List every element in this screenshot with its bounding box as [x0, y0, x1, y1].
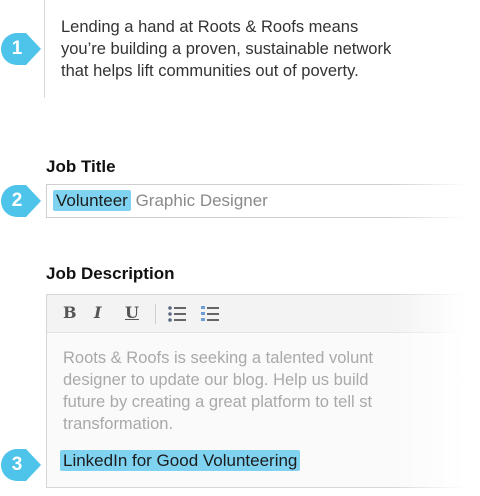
intro-line: Lending a hand at Roots & Roofs means [61, 18, 359, 36]
bold-button[interactable]: B [63, 303, 77, 322]
step-badge-3: 3 [0, 448, 42, 482]
intro-text: Lending a hand at Roots & Roofs means yo… [61, 16, 466, 82]
underline-button[interactable]: U [125, 303, 139, 322]
job-title-rest: Graphic Designer [130, 191, 268, 210]
step-badge-1: 1 [0, 32, 42, 66]
highlighted-program-line: LinkedIn for Good Volunteering [60, 450, 301, 471]
description-text: Roots & Roofs is seeking a talented volu… [63, 347, 463, 435]
job-description-editor[interactable]: B I U Roots & Roofs is seeking a talente… [46, 294, 480, 488]
toolbar-divider [155, 304, 156, 324]
badge-number: 3 [11, 454, 23, 475]
description-line: Roots & Roofs is seeking a talented volu… [63, 349, 374, 367]
highlighted-phrase: LinkedIn for Good Volunteering [60, 450, 301, 471]
highlighted-word: Volunteer [53, 190, 131, 211]
numbered-list-icon[interactable] [200, 305, 220, 323]
description-line: transformation. [63, 415, 174, 433]
badge-number: 2 [11, 190, 23, 211]
bulleted-list-icon[interactable] [167, 305, 187, 323]
job-description-label: Job Description [46, 264, 175, 283]
job-title-value: Volunteer Graphic Designer [53, 190, 268, 211]
intro-line: you’re building a proven, sustainable ne… [61, 40, 392, 58]
job-title-label: Job Title [46, 157, 116, 176]
step-badge-2: 2 [0, 184, 42, 218]
job-title-input[interactable]: Volunteer Graphic Designer [46, 184, 480, 218]
badge-number: 1 [11, 38, 23, 59]
italic-button[interactable]: I [94, 303, 101, 322]
description-line: future by creating a great platform to t… [63, 393, 373, 411]
intro-line: that helps lift communities out of pover… [61, 62, 359, 80]
intro-divider [44, 0, 45, 98]
editor-toolbar: B I U [47, 295, 480, 333]
description-line: designer to update our blog. Help us bui… [63, 371, 369, 389]
